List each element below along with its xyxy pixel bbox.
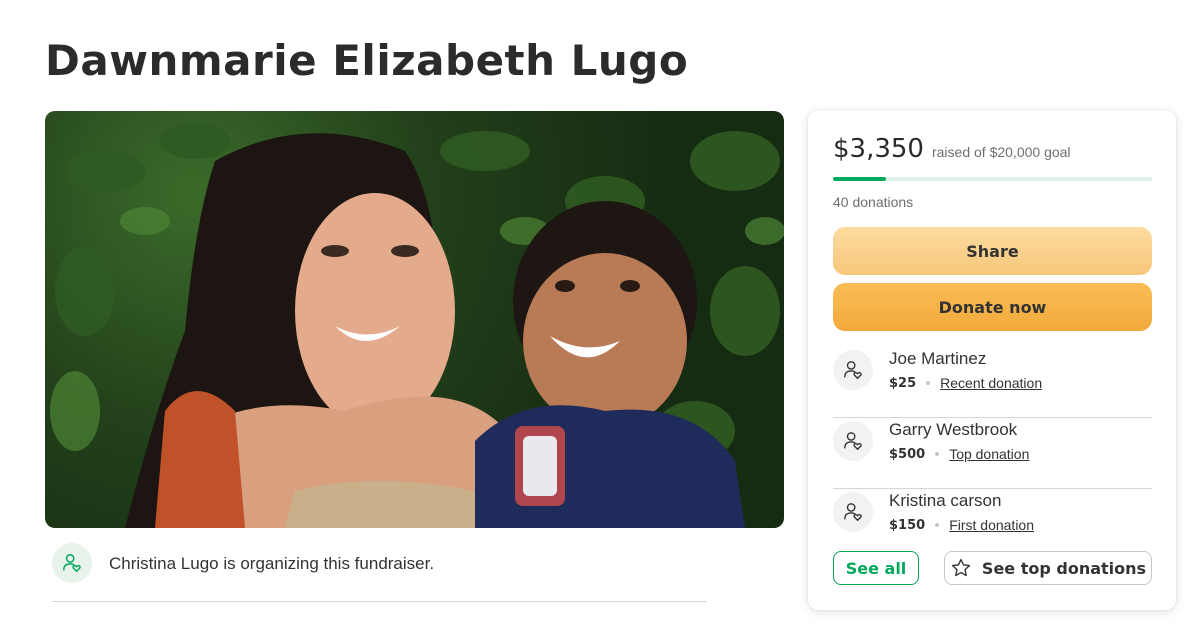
donor-avatar-icon bbox=[833, 492, 873, 532]
donor-name: Joe Martinez bbox=[889, 349, 987, 368]
donor-avatar-icon bbox=[833, 350, 873, 390]
donation-count: 40 donations bbox=[833, 194, 914, 210]
donor-name: Garry Westbrook bbox=[889, 420, 1018, 439]
donor-tag-link[interactable]: First donation bbox=[949, 517, 1034, 533]
goal-text: raised of $20,000 goal bbox=[931, 144, 1071, 160]
organizer-text: Christina Lugo is organizing this fundra… bbox=[109, 554, 435, 573]
separator-dot bbox=[926, 381, 931, 385]
donor-tag-link[interactable]: Recent donation bbox=[940, 375, 1042, 391]
share-button[interactable]: Share bbox=[833, 227, 1152, 275]
organizer-row: Christina Lugo is organizing this fundra… bbox=[52, 543, 707, 602]
see-top-donations-label: See top donations bbox=[981, 558, 1147, 578]
campaign-photo bbox=[45, 111, 784, 528]
progress-bar bbox=[833, 177, 1152, 181]
raised-amount: $3,350 bbox=[833, 134, 924, 164]
donate-button[interactable]: Donate now bbox=[833, 283, 1152, 331]
user-heart-icon bbox=[52, 543, 92, 583]
star-icon bbox=[950, 557, 972, 579]
donor-name: Kristina carson bbox=[889, 491, 1002, 510]
progress-fill bbox=[833, 177, 887, 181]
separator-dot bbox=[935, 523, 940, 527]
see-all-button[interactable]: See all bbox=[833, 551, 919, 585]
see-top-donations-button[interactable]: See top donations bbox=[944, 551, 1152, 585]
donor-amount: $25 bbox=[889, 375, 917, 391]
donation-card: $3,350 raised of $20,000 goal 40 donatio… bbox=[808, 110, 1176, 610]
donor-amount: $500 bbox=[889, 446, 926, 462]
donor-tag-link[interactable]: Top donation bbox=[949, 446, 1029, 462]
donor-item: Garry Westbrook $500 Top donation bbox=[833, 418, 1152, 489]
page-title: Dawnmarie Elizabeth Lugo bbox=[45, 36, 689, 85]
donor-item: Joe Martinez $25 Recent donation bbox=[833, 347, 1152, 418]
separator-dot bbox=[935, 452, 940, 456]
amount-row: $3,350 raised of $20,000 goal bbox=[833, 134, 1071, 164]
donor-amount: $150 bbox=[889, 517, 926, 533]
donor-avatar-icon bbox=[833, 421, 873, 461]
donor-item: Kristina carson $150 First donation bbox=[833, 489, 1152, 560]
